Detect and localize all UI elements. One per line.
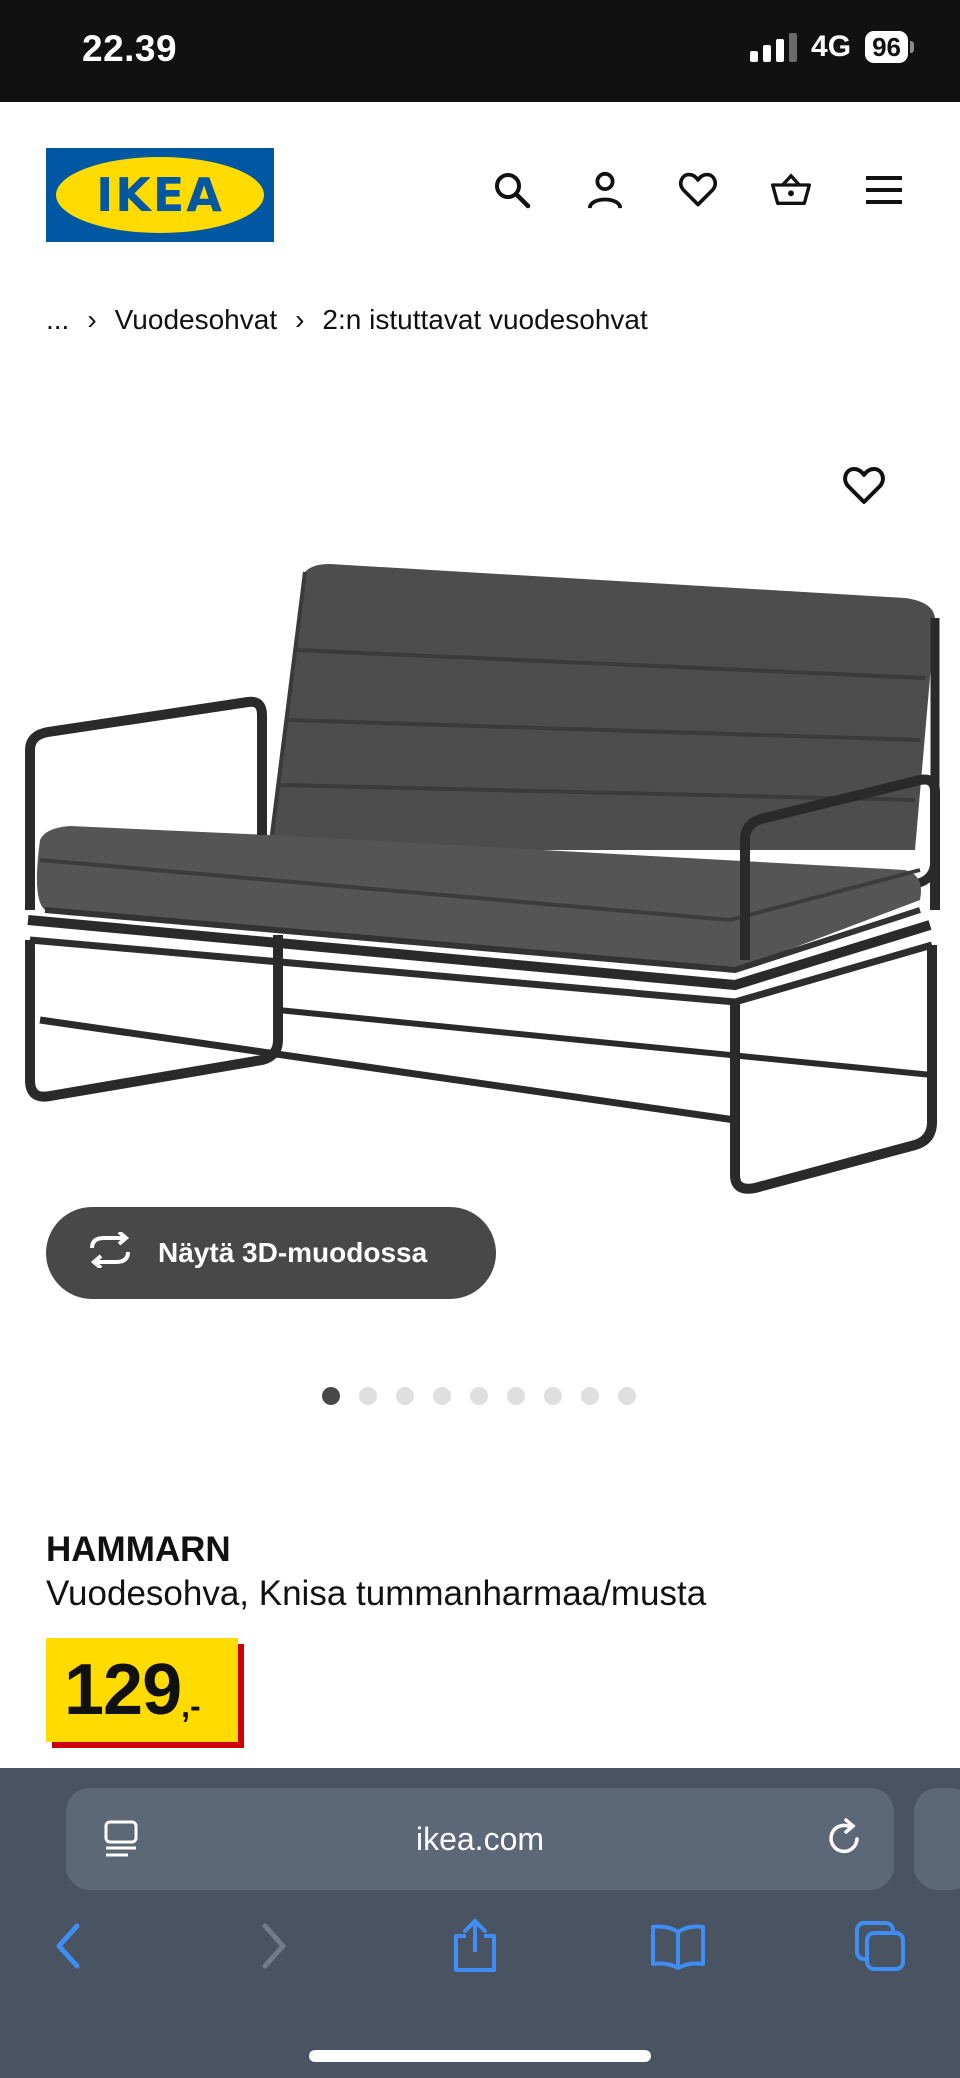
status-time: 22.39 bbox=[82, 28, 178, 69]
chevron-right-icon: › bbox=[87, 304, 97, 335]
browser-nav bbox=[0, 1916, 960, 2016]
view-3d-button[interactable]: Näytä 3D-muodossa bbox=[46, 1207, 496, 1299]
breadcrumb-item-current[interactable]: 2:n istuttavat vuodesohvat bbox=[322, 304, 647, 336]
status-bar: 22.39 4G 96 bbox=[0, 0, 960, 102]
status-indicators: 4G 96 bbox=[750, 30, 914, 64]
menu-icon[interactable] bbox=[864, 168, 904, 212]
user-icon[interactable] bbox=[585, 168, 625, 212]
breadcrumb-item-vuodesohvat[interactable]: Vuodesohvat bbox=[115, 304, 277, 336]
carousel-dot[interactable] bbox=[396, 1387, 414, 1405]
carousel-dot[interactable] bbox=[507, 1387, 525, 1405]
product-image[interactable] bbox=[0, 440, 960, 1240]
image-carousel-dots bbox=[322, 1387, 636, 1405]
next-tab-preview[interactable] bbox=[914, 1788, 960, 1890]
logo-text: IKEA bbox=[96, 168, 224, 222]
view-3d-label: Näytä 3D-muodossa bbox=[158, 1237, 428, 1268]
search-icon[interactable] bbox=[492, 168, 532, 212]
forward-icon[interactable] bbox=[244, 1916, 304, 1976]
carousel-dot[interactable] bbox=[359, 1387, 377, 1405]
price-decimal: ,- bbox=[181, 1687, 201, 1724]
cart-icon[interactable] bbox=[771, 168, 811, 212]
carousel-dot[interactable] bbox=[433, 1387, 451, 1405]
product-name: HAMMARN bbox=[46, 1530, 231, 1569]
home-indicator bbox=[309, 2050, 651, 2062]
browser-toolbar: ikea.com bbox=[0, 1768, 960, 2078]
price-tag: 129 ,- bbox=[46, 1638, 238, 1742]
tabs-icon[interactable] bbox=[850, 1916, 910, 1976]
price-integer: 129 bbox=[64, 1650, 182, 1730]
chevron-right-icon: › bbox=[295, 304, 305, 335]
carousel-dot[interactable] bbox=[470, 1387, 488, 1405]
rotate-3d-icon bbox=[86, 1229, 134, 1275]
battery-level: 96 bbox=[865, 31, 908, 63]
network-label: 4G bbox=[811, 30, 852, 63]
address-bar[interactable]: ikea.com bbox=[66, 1788, 894, 1890]
carousel-dot[interactable] bbox=[581, 1387, 599, 1405]
carousel-dot[interactable] bbox=[322, 1387, 340, 1405]
share-icon[interactable] bbox=[445, 1916, 505, 1976]
add-to-favorites-icon[interactable] bbox=[842, 466, 892, 516]
url-text: ikea.com bbox=[415, 1820, 545, 1857]
breadcrumb-ellipsis[interactable]: ... bbox=[46, 304, 69, 336]
battery-icon: 96 bbox=[865, 31, 914, 63]
signal-icon bbox=[750, 32, 798, 62]
heart-icon[interactable] bbox=[678, 168, 718, 212]
site-header: IKEA bbox=[0, 102, 960, 282]
breadcrumb: ... › Vuodesohvat › 2:n istuttavat vuode… bbox=[46, 304, 648, 336]
bookmarks-icon[interactable] bbox=[648, 1916, 708, 1976]
reload-icon[interactable] bbox=[824, 1818, 864, 1866]
reader-icon[interactable] bbox=[102, 1820, 140, 1866]
carousel-dot[interactable] bbox=[618, 1387, 636, 1405]
carousel-dot[interactable] bbox=[544, 1387, 562, 1405]
header-icons bbox=[492, 168, 904, 212]
ikea-logo[interactable]: IKEA bbox=[46, 148, 274, 242]
product-description: Vuodesohva, Knisa tummanharmaa/musta bbox=[46, 1574, 707, 1613]
back-icon[interactable] bbox=[38, 1916, 98, 1976]
